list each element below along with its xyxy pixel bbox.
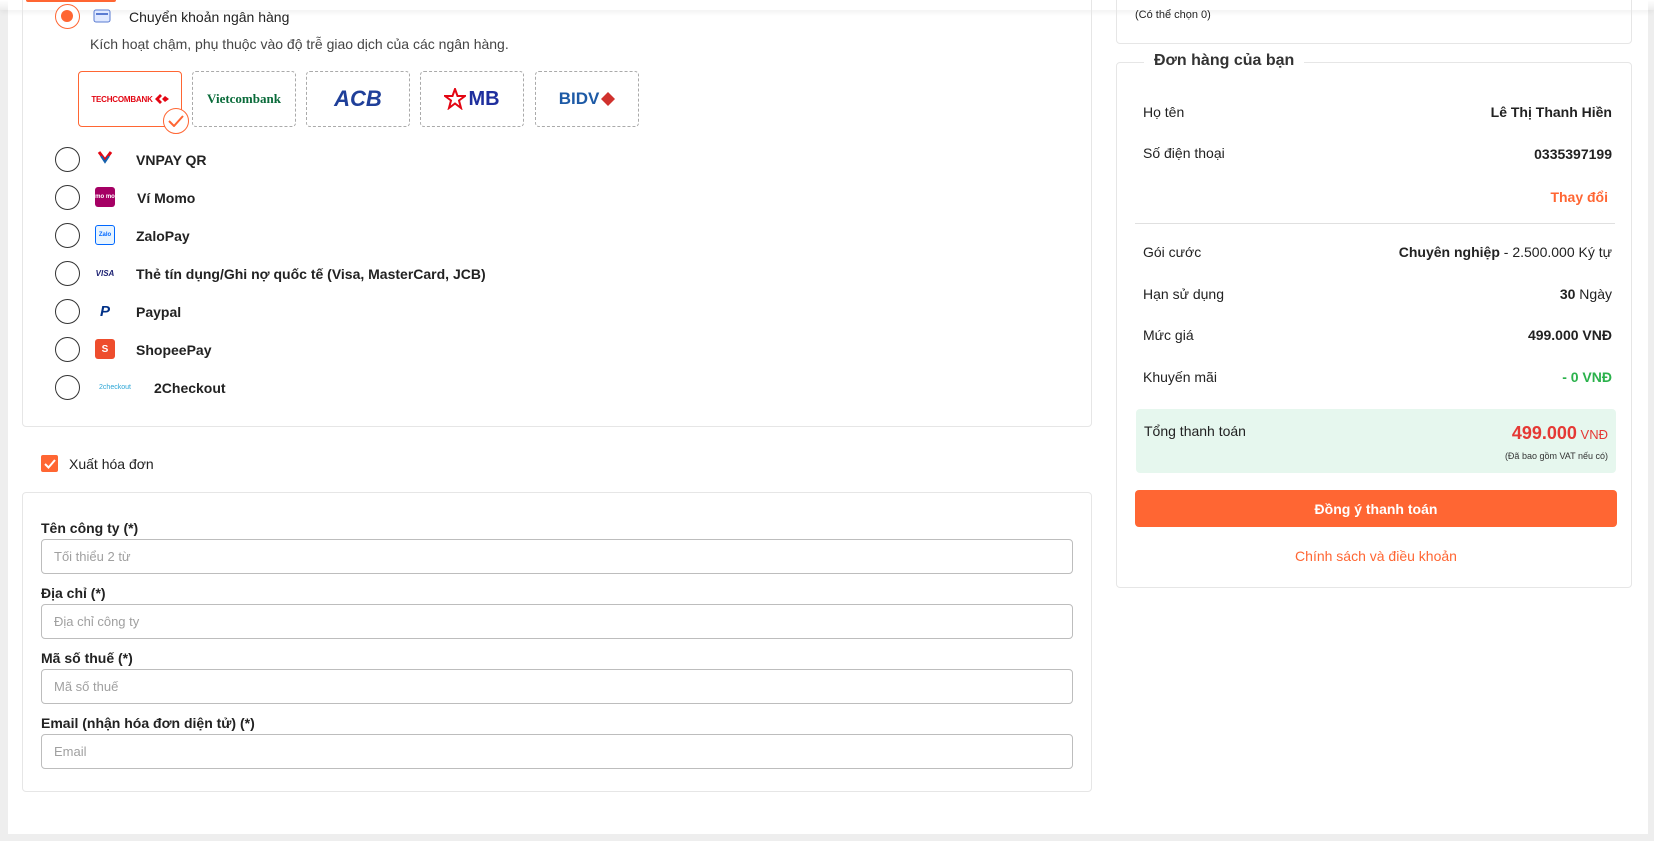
zalopay-icon: Zalo [95, 225, 115, 245]
radio-card[interactable] [55, 261, 80, 286]
total-label: Tổng thanh toán [1144, 423, 1246, 439]
method-label-shopeepay: ShopeePay [136, 342, 212, 358]
company-name-input[interactable] [41, 539, 1073, 574]
plan-label: Gói cước [1143, 244, 1202, 260]
bank-card-vietcombank[interactable]: Vietcombank [192, 71, 296, 127]
email-input[interactable] [41, 734, 1073, 769]
invoice-checkbox[interactable] [41, 455, 58, 472]
phone-label: Số điện thoại [1143, 145, 1225, 161]
method-label-zalopay: ZaloPay [136, 228, 190, 244]
discount-label: Khuyến mãi [1143, 369, 1217, 385]
invoice-form: Tên công ty (*) Địa chỉ (*) Mã số thuế (… [22, 492, 1092, 792]
email-label: Email (nhận hóa đơn diện tử) (*) [41, 715, 255, 731]
tax-code-input[interactable] [41, 669, 1073, 704]
bank-transfer-label: Chuyển khoản ngân hàng [129, 9, 290, 25]
change-info-link[interactable]: Thay đổi [1550, 189, 1608, 205]
bank-card-acb[interactable]: ACB [306, 71, 410, 127]
vnpay-icon [95, 149, 115, 169]
radio-momo[interactable] [55, 185, 80, 210]
momo-icon: mo mo [95, 187, 115, 207]
discount-value: - 0 VNĐ [1562, 369, 1612, 385]
duration-unit: Ngày [1575, 286, 1612, 302]
method-label-card: Thẻ tín dụng/Ghi nợ quốc tế (Visa, Maste… [136, 266, 486, 282]
2checkout-icon: 2checkout [99, 383, 131, 391]
shopeepay-icon: S [95, 339, 115, 359]
method-label-paypal: Paypal [136, 304, 182, 320]
plan-name: Chuyên nghiệp [1398, 244, 1500, 260]
order-summary-title: Đơn hàng của bạn [1144, 52, 1305, 70]
total-amount: 499.000 VNĐ [1512, 423, 1608, 444]
bank-transfer-icon [92, 6, 112, 26]
address-input[interactable] [41, 604, 1073, 639]
bidv-logo: BIDV [558, 89, 600, 108]
bidv-mark-icon [601, 92, 616, 106]
bank-card-bidv[interactable]: BIDV [535, 71, 639, 127]
addon-panel [1116, 0, 1632, 44]
total-currency: VNĐ [1576, 427, 1608, 442]
company-name-label: Tên công ty (*) [41, 520, 139, 536]
radio-vnpay[interactable] [55, 147, 80, 172]
mb-logo: MB [468, 87, 500, 110]
selected-check-icon [163, 108, 189, 134]
paypal-icon: P [99, 302, 110, 320]
method-label-vnpay: VNPAY QR [136, 152, 207, 168]
bank-transfer-note: Kích hoạt chậm, phụ thuộc vào độ trễ gia… [90, 36, 509, 52]
vat-note: (Đã bao gồm VAT nếu có) [1504, 451, 1608, 461]
checkmark-icon [43, 458, 56, 469]
visa-icon: VISA [95, 268, 115, 278]
address-label: Địa chỉ (*) [41, 585, 106, 601]
mb-star-icon [444, 88, 467, 110]
method-label-2checkout: 2Checkout [154, 380, 226, 396]
techcombank-mark-icon [154, 94, 169, 104]
tax-code-label: Mã số thuế (*) [41, 650, 133, 666]
order-divider [1135, 223, 1615, 224]
duration-label: Hạn sử dụng [1143, 286, 1224, 302]
policy-link[interactable]: Chính sách và điều khoản [1135, 548, 1617, 564]
radio-bank-transfer[interactable] [55, 4, 80, 29]
radio-2checkout[interactable] [55, 375, 80, 400]
plan-detail: - 2.500.000 Ký tự [1499, 244, 1612, 260]
price-value: 499.000 VNĐ [1527, 327, 1612, 343]
total-box: Tổng thanh toán 499.000 VNĐ (Đã bao gồm … [1136, 409, 1616, 473]
method-label-momo: Ví Momo [137, 190, 196, 206]
duration-value: 30 Ngày [1560, 286, 1612, 302]
radio-shopeepay[interactable] [55, 337, 80, 362]
plan-value: Chuyên nghiệp - 2.500.000 Ký tự [1399, 244, 1612, 260]
addon-note: (Có thể chọn 0) [1135, 9, 1211, 21]
price-label: Mức giá [1143, 327, 1194, 343]
radio-zalopay[interactable] [55, 223, 80, 248]
bank-card-techcombank[interactable]: TECHCOMBANK [78, 71, 189, 134]
name-label: Họ tên [1143, 104, 1185, 120]
confirm-payment-button[interactable]: Đồng ý thanh toán [1135, 490, 1617, 527]
techcombank-logo: TECHCOMBANK [91, 94, 153, 104]
acb-logo: ACB [334, 86, 382, 111]
radio-paypal[interactable] [55, 299, 80, 324]
vietcombank-logo: Vietcombank [207, 91, 281, 106]
bank-card-mb[interactable]: MB [420, 71, 524, 127]
payment-methods-panel [22, 0, 1092, 427]
duration-number: 30 [1559, 286, 1576, 302]
total-amount-number: 499.000 [1511, 423, 1577, 443]
invoice-checkbox-label: Xuất hóa đơn [69, 456, 154, 472]
phone-value: 0335397199 [1534, 146, 1612, 162]
name-value: Lê Thị Thanh Hiền [1490, 104, 1612, 120]
